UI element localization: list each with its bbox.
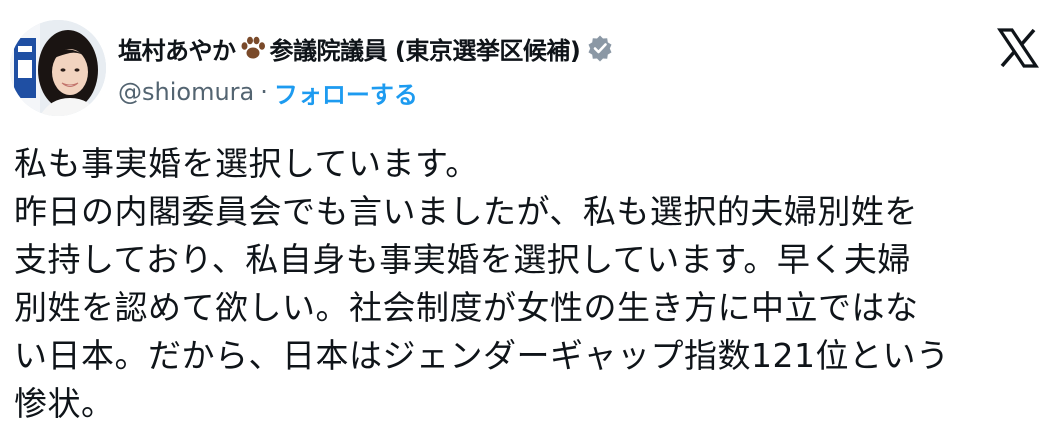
display-name-part2[interactable]: 参議院議員 (東京選挙区候補) — [270, 31, 581, 66]
separator-dot: · — [260, 78, 268, 106]
author-handle[interactable]: @shiomura — [118, 78, 254, 106]
tweet-line: 惨状。 — [14, 384, 115, 423]
follow-button[interactable]: フォローする — [274, 75, 418, 110]
author-handle-row: @shiomura · フォローする — [118, 72, 418, 112]
display-name-part1[interactable]: 塩村あやか — [118, 31, 236, 66]
avatar-image — [10, 20, 106, 116]
tweet-line: い日本。だから、日本はジェンダーギャップ指数121位という — [14, 336, 950, 375]
tweet-line: 支持しており、私自身も事実婚を選択しています。早く夫婦 — [14, 240, 911, 279]
author-name-row: 塩村あやか 参議院議員 (東京選挙区候補) — [118, 28, 614, 68]
x-logo-icon[interactable] — [996, 26, 1040, 70]
tweet-line: 昨日の内閣委員会でも言いましたが、私も選択的夫婦別姓を — [14, 192, 918, 231]
tweet-line: 別姓を認めて欲しい。社会制度が女性の生き方に中立ではな — [14, 288, 919, 327]
avatar[interactable] — [10, 20, 106, 116]
tweet-body: 私も事実婚を選択しています。 昨日の内閣委員会でも言いましたが、私も選択的夫婦別… — [14, 140, 1044, 428]
paw-icon — [238, 33, 268, 63]
tweet-line: 私も事実婚を選択しています。 — [14, 144, 479, 183]
verified-badge-icon — [586, 34, 614, 62]
tweet-card: 塩村あやか 参議院議員 (東京選挙区候補) @shiomura · フォローする — [0, 0, 1056, 423]
